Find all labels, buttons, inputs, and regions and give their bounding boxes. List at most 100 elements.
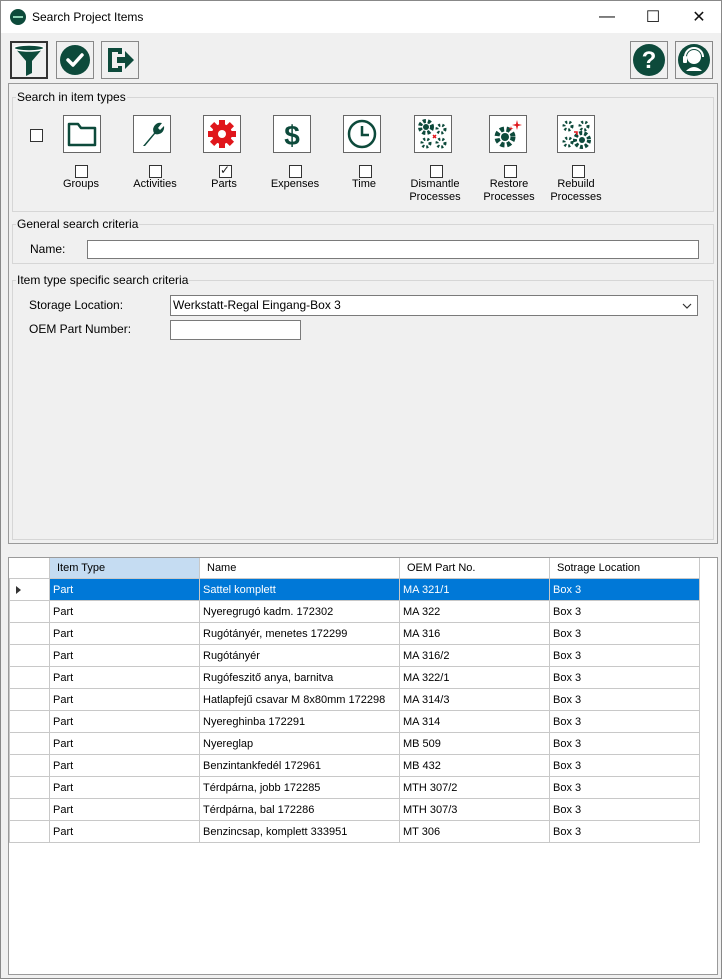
column-header-storage-location[interactable]: Sotrage Location [549, 558, 700, 579]
cell-oem-part-no[interactable]: MT 306 [399, 820, 550, 843]
row-header[interactable] [9, 732, 50, 755]
row-header[interactable] [9, 600, 50, 623]
cell-storage-location[interactable]: Box 3 [549, 688, 700, 711]
table-row[interactable]: Part Térdpárna, jobb 172285 MTH 307/2 Box 3 [9, 776, 700, 799]
table-row[interactable]: Part Térdpárna, bal 172286 MTH 307/3 Box 3 [9, 798, 700, 821]
cell-oem-part-no[interactable]: MB 432 [399, 754, 550, 777]
cell-storage-location[interactable]: Box 3 [549, 754, 700, 777]
cell-item-type[interactable]: Part [49, 578, 200, 601]
cell-item-type[interactable]: Part [49, 644, 200, 667]
cell-storage-location[interactable]: Box 3 [549, 600, 700, 623]
minimize-button[interactable]: — [584, 1, 630, 33]
column-header-item-type[interactable]: Item Type [49, 558, 200, 579]
filter-search-button[interactable] [10, 41, 48, 79]
cell-item-type[interactable]: Part [49, 622, 200, 645]
rebuild-processes-type-button[interactable] [557, 115, 595, 153]
table-row[interactable]: Part Nyereghinba 172291 MA 314 Box 3 [9, 710, 700, 733]
row-header[interactable] [9, 688, 50, 711]
row-header[interactable] [9, 578, 50, 601]
parts-checkbox[interactable] [219, 163, 232, 178]
row-header[interactable] [9, 754, 50, 777]
activities-checkbox[interactable] [149, 165, 162, 178]
cell-oem-part-no[interactable]: MTH 307/3 [399, 798, 550, 821]
cell-name[interactable]: Hatlapfejű csavar M 8x80mm 172298 [199, 688, 400, 711]
cell-name[interactable]: Rugótányér, menetes 172299 [199, 622, 400, 645]
cell-name[interactable]: Rugófeszitő anya, barnitva [199, 666, 400, 689]
row-header[interactable] [9, 776, 50, 799]
close-button[interactable]: ✕ [676, 1, 722, 33]
exit-button[interactable] [101, 41, 139, 79]
table-row[interactable]: Part Nyeregrugó kadm. 172302 MA 322 Box 3 [9, 600, 700, 623]
groups-type-button[interactable] [63, 115, 101, 153]
cell-oem-part-no[interactable]: MB 509 [399, 732, 550, 755]
cell-name[interactable]: Nyereghinba 172291 [199, 710, 400, 733]
cell-oem-part-no[interactable]: MA 322/1 [399, 666, 550, 689]
table-row[interactable]: Part Nyereglap MB 509 Box 3 [9, 732, 700, 755]
time-checkbox[interactable] [359, 165, 372, 178]
groups-checkbox[interactable] [75, 165, 88, 178]
cell-item-type[interactable]: Part [49, 666, 200, 689]
cell-name[interactable]: Térdpárna, jobb 172285 [199, 776, 400, 799]
rebuild-processes-checkbox[interactable] [572, 165, 585, 178]
restore-processes-type-button[interactable] [489, 115, 527, 153]
cell-name[interactable]: Benzincsap, komplett 333951 [199, 820, 400, 843]
maximize-button[interactable]: ☐ [630, 1, 676, 33]
column-header-oem-part-no[interactable]: OEM Part No. [399, 558, 550, 579]
cell-name[interactable]: Nyeregrugó kadm. 172302 [199, 600, 400, 623]
dismantle-processes-type-button[interactable] [414, 115, 452, 153]
cell-oem-part-no[interactable]: MA 314/3 [399, 688, 550, 711]
cell-oem-part-no[interactable]: MA 322 [399, 600, 550, 623]
cell-oem-part-no[interactable]: MTH 307/2 [399, 776, 550, 799]
cell-name[interactable]: Benzintankfedél 172961 [199, 754, 400, 777]
cell-storage-location[interactable]: Box 3 [549, 820, 700, 843]
cell-item-type[interactable]: Part [49, 798, 200, 821]
expenses-checkbox[interactable] [289, 165, 302, 178]
row-header[interactable] [9, 710, 50, 733]
cell-item-type[interactable]: Part [49, 820, 200, 843]
cell-oem-part-no[interactable]: MA 321/1 [399, 578, 550, 601]
expenses-type-button[interactable]: $ [273, 115, 311, 153]
activities-type-button[interactable] [133, 115, 171, 153]
cell-oem-part-no[interactable]: MA 316 [399, 622, 550, 645]
cell-item-type[interactable]: Part [49, 710, 200, 733]
cell-item-type[interactable]: Part [49, 776, 200, 799]
row-header[interactable] [9, 666, 50, 689]
apply-button[interactable] [56, 41, 94, 79]
name-input[interactable] [87, 240, 699, 259]
cell-storage-location[interactable]: Box 3 [549, 578, 700, 601]
cell-storage-location[interactable]: Box 3 [549, 732, 700, 755]
cell-storage-location[interactable]: Box 3 [549, 644, 700, 667]
table-row[interactable]: Part Benzincsap, komplett 333951 MT 306 Box… [9, 820, 700, 843]
row-header[interactable] [9, 820, 50, 843]
column-header-name[interactable]: Name [199, 558, 400, 579]
help-button[interactable]: ? [630, 41, 668, 79]
row-header[interactable] [9, 622, 50, 645]
parts-type-button[interactable] [203, 115, 241, 153]
oem-part-number-input[interactable] [170, 320, 301, 340]
restore-processes-checkbox[interactable] [504, 165, 517, 178]
cell-name[interactable]: Rugótányér [199, 644, 400, 667]
cell-name[interactable]: Térdpárna, bal 172286 [199, 798, 400, 821]
cell-item-type[interactable]: Part [49, 688, 200, 711]
storage-location-select[interactable]: Werkstatt-Regal Eingang-Box 3 [170, 295, 698, 316]
select-all-types-checkbox[interactable] [30, 129, 43, 142]
cell-storage-location[interactable]: Box 3 [549, 710, 700, 733]
cell-name[interactable]: Sattel komplett [199, 578, 400, 601]
table-row[interactable]: Part Benzintankfedél 172961 MB 432 Box 3 [9, 754, 700, 777]
support-button[interactable] [675, 41, 713, 79]
table-row[interactable]: Part Hatlapfejű csavar M 8x80mm 172298 MA … [9, 688, 700, 711]
table-row[interactable]: Part Rugótányér, menetes 172299 MA 316 Box … [9, 622, 700, 645]
cell-storage-location[interactable]: Box 3 [549, 798, 700, 821]
cell-item-type[interactable]: Part [49, 732, 200, 755]
cell-storage-location[interactable]: Box 3 [549, 666, 700, 689]
cell-name[interactable]: Nyereglap [199, 732, 400, 755]
table-row[interactable]: Part Rugótányér MA 316/2 Box 3 [9, 644, 700, 667]
table-row[interactable]: Part Rugófeszitő anya, barnitva MA 322/1 Bo… [9, 666, 700, 689]
row-header[interactable] [9, 644, 50, 667]
cell-storage-location[interactable]: Box 3 [549, 622, 700, 645]
cell-item-type[interactable]: Part [49, 600, 200, 623]
cell-oem-part-no[interactable]: MA 314 [399, 710, 550, 733]
cell-oem-part-no[interactable]: MA 316/2 [399, 644, 550, 667]
table-row[interactable]: Part Sattel komplett MA 321/1 Box 3 [9, 578, 700, 601]
cell-item-type[interactable]: Part [49, 754, 200, 777]
